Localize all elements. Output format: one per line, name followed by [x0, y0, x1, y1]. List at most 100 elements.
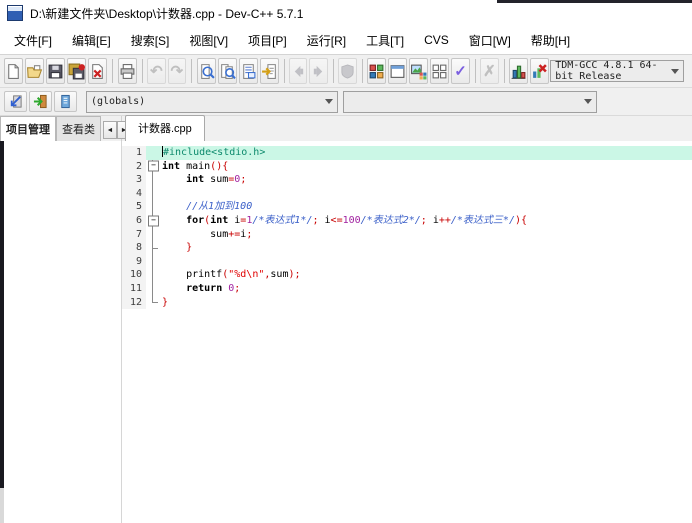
token-sym: +=: [228, 229, 240, 240]
line-number: 12: [122, 296, 146, 310]
run-icon: [389, 63, 406, 80]
menu-project[interactable]: 项目[P]: [238, 28, 297, 53]
fold-marker-icon[interactable]: [146, 160, 159, 174]
class-browser-button[interactable]: [54, 91, 77, 112]
code-line[interactable]: 4: [122, 187, 692, 201]
class-browser-icon: [58, 94, 73, 109]
tab-scroll-left-icon[interactable]: ◄: [103, 121, 117, 139]
members-select[interactable]: [343, 91, 597, 113]
code-lines: 1#include<stdio.h>2int main(){3 int sum=…: [122, 146, 692, 309]
fold-gutter: [146, 173, 159, 187]
new-file-button[interactable]: [4, 58, 23, 84]
tab-document[interactable]: 计数器.cpp: [125, 115, 205, 141]
open-folder-icon: [26, 63, 43, 80]
toolbar-separator: [475, 59, 476, 83]
menu-tools[interactable]: 工具[T]: [356, 28, 414, 53]
code-line[interactable]: 1#include<stdio.h>: [122, 146, 692, 160]
abort-icon: ✗: [483, 64, 496, 79]
line-number: 8: [122, 241, 146, 255]
redo-button[interactable]: ↷: [168, 58, 186, 84]
chevron-down-icon: [325, 99, 333, 104]
code-line[interactable]: 3 int sum=0;: [122, 173, 692, 187]
profile-analysis-button[interactable]: [509, 58, 528, 84]
code-text: }: [159, 296, 692, 310]
code-line[interactable]: 12}: [122, 296, 692, 310]
code-text: [159, 187, 692, 201]
menu-help[interactable]: 帮助[H]: [521, 28, 580, 53]
menu-window[interactable]: 窗口[W]: [459, 28, 521, 53]
find-button[interactable]: [197, 58, 216, 84]
background-window-edge: [497, 0, 692, 3]
fold-gutter: [146, 228, 159, 242]
toolbar-separator: [504, 59, 505, 83]
run-button[interactable]: [388, 58, 407, 84]
print-button[interactable]: [118, 58, 137, 84]
document-tabs: 计数器.cpp: [122, 116, 692, 141]
code-line[interactable]: 10 printf("%d\n",sum);: [122, 268, 692, 282]
toolbar-separator: [333, 59, 334, 83]
menu-view[interactable]: 视图[V]: [179, 28, 238, 53]
fold-gutter: [146, 241, 159, 255]
find-in-files-button[interactable]: [218, 58, 237, 84]
token-sym: (){: [210, 161, 228, 172]
tab-class-view[interactable]: 查看类: [56, 116, 101, 141]
token-cm: /*表达式1*/: [252, 215, 312, 226]
code-text: [159, 255, 692, 269]
save-floppy-icon: [47, 63, 64, 80]
globals-select-value: (globals): [91, 96, 145, 107]
delete-profiling-button[interactable]: [530, 58, 549, 84]
code-editor[interactable]: 1#include<stdio.h>2int main(){3 int sum=…: [122, 141, 692, 523]
code-text: }: [159, 241, 692, 255]
token-cm: /*表达式三*/: [451, 215, 515, 226]
code-line[interactable]: 11 return 0;: [122, 282, 692, 296]
open-button[interactable]: [25, 58, 44, 84]
goto-declaration-button[interactable]: [4, 91, 27, 112]
code-line[interactable]: 8 }: [122, 241, 692, 255]
goto-implementation-button[interactable]: [29, 91, 52, 112]
code-text: sum+=i;: [159, 228, 692, 242]
menu-search[interactable]: 搜索[S]: [121, 28, 180, 53]
forward-icon: [311, 64, 326, 79]
compile-and-run-button[interactable]: [409, 58, 428, 84]
save-button[interactable]: [46, 58, 65, 84]
code-line[interactable]: 7 sum+=i;: [122, 228, 692, 242]
token-kw: int: [186, 174, 204, 185]
syntax-check-button[interactable]: ✓: [451, 58, 469, 84]
compile-button[interactable]: [367, 58, 386, 84]
line-number: 2: [122, 160, 146, 174]
code-line[interactable]: 5 //从1加到100: [122, 200, 692, 214]
code-line[interactable]: 2int main(){: [122, 160, 692, 174]
fold-gutter: [146, 187, 159, 201]
rebuild-all-button[interactable]: [430, 58, 449, 84]
save-all-button[interactable]: [67, 58, 86, 84]
menu-bar: 文件[F] 编辑[E] 搜索[S] 视图[V] 项目[P] 运行[R] 工具[T…: [0, 26, 692, 54]
abort-compilation-button[interactable]: ✗: [480, 58, 498, 84]
compiler-select[interactable]: TDM-GCC 4.8.1 64-bit Release: [550, 60, 684, 82]
back-button[interactable]: [289, 58, 307, 84]
fold-marker-icon[interactable]: [146, 214, 159, 228]
menu-file[interactable]: 文件[F]: [4, 28, 62, 53]
forward-button[interactable]: [309, 58, 327, 84]
menu-edit[interactable]: 编辑[E]: [62, 28, 121, 53]
globals-select[interactable]: (globals): [86, 91, 338, 113]
code-line[interactable]: 9: [122, 255, 692, 269]
tab-project-manager[interactable]: 项目管理: [0, 116, 56, 141]
token-pl: sum: [162, 229, 228, 240]
menu-cvs[interactable]: CVS: [414, 29, 459, 51]
shield-button[interactable]: [338, 58, 356, 84]
project-manager-panel[interactable]: [0, 141, 122, 523]
token-cm: //从1加到100: [186, 201, 252, 212]
code-line[interactable]: 6 for(int i=1/*表达式1*/; i<=100/*表达式2*/; i…: [122, 214, 692, 228]
menu-run[interactable]: 运行[R]: [297, 28, 356, 53]
token-pl: [162, 215, 186, 226]
token-sym: ;: [246, 229, 252, 240]
close-file-button[interactable]: [88, 58, 107, 84]
undo-icon: ↶: [150, 64, 163, 79]
undo-button[interactable]: ↶: [147, 58, 165, 84]
goto-line-icon: [261, 63, 278, 80]
replace-button[interactable]: [239, 58, 258, 84]
main-content: 1#include<stdio.h>2int main(){3 int sum=…: [0, 141, 692, 523]
goto-line-button[interactable]: [260, 58, 279, 84]
token-pre: #include<stdio.h>: [163, 147, 265, 158]
token-sym: <=: [331, 215, 343, 226]
